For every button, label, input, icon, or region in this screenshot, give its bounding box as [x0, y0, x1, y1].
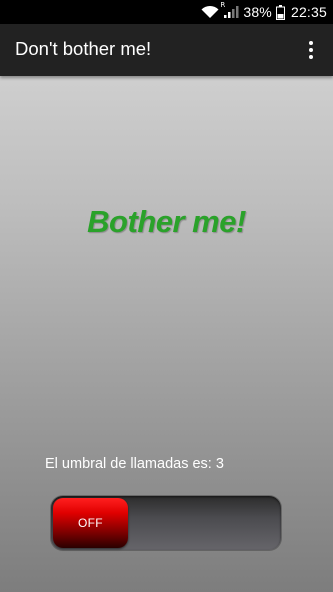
battery-percent: 38% — [243, 4, 272, 20]
toggle-thumb[interactable]: OFF — [53, 498, 128, 548]
toggle-state-label: OFF — [78, 516, 103, 530]
battery-icon — [275, 4, 285, 20]
status-icons: R 38% 22:35 — [201, 0, 327, 24]
call-threshold-label: El umbral de llamadas es: 3 — [45, 456, 224, 472]
wifi-icon — [201, 5, 219, 19]
app-bar: Don't bother me! — [0, 24, 333, 76]
app-title: Don't bother me! — [15, 38, 152, 59]
bother-toggle-switch[interactable]: OFF — [51, 496, 281, 550]
status-bar: R 38% 22:35 — [0, 0, 333, 24]
bother-status-headline: Bother me! — [87, 204, 246, 239]
signal-icon: R — [220, 1, 239, 19]
status-clock: 22:35 — [290, 4, 327, 20]
app-screen: R 38% 22:35 Don't bother me! Bother me! … — [0, 0, 333, 592]
roaming-indicator: R — [220, 1, 226, 9]
overflow-menu-icon[interactable] — [299, 36, 323, 64]
